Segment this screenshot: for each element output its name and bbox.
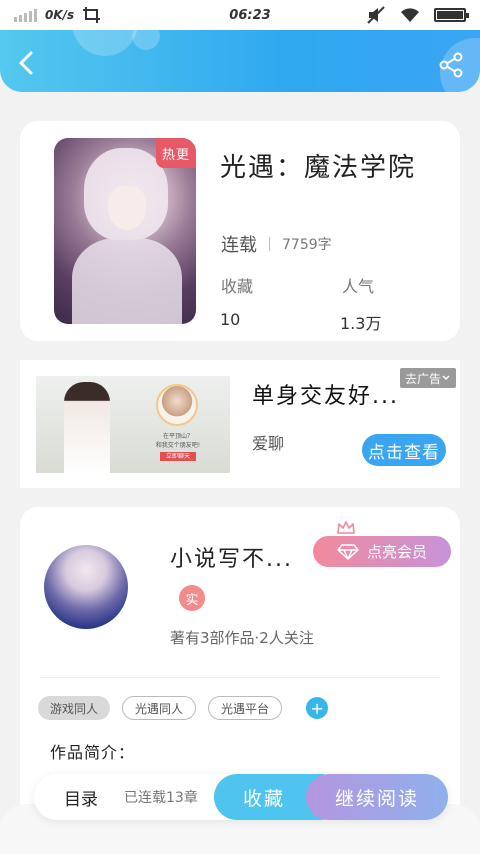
book-meta: 连载 7759字 xyxy=(221,231,332,257)
share-icon[interactable] xyxy=(438,52,464,78)
word-count: 7759字 xyxy=(282,237,332,253)
tag-item[interactable]: 游戏同人 xyxy=(38,696,111,720)
diamond-icon xyxy=(337,543,359,560)
status-bar: 0K/s 06:23 xyxy=(0,0,480,30)
bottom-action-bar: 目录 已连载13章 收藏 继续阅读 xyxy=(34,774,448,820)
book-cover[interactable]: 热更 xyxy=(54,138,196,324)
tag-item[interactable]: 光遇同人 xyxy=(122,696,197,720)
divider xyxy=(40,677,440,678)
mute-icon xyxy=(367,6,385,24)
collect-count: 10 xyxy=(220,310,241,329)
ad-mini-text: 在平顶山？ xyxy=(162,433,193,440)
author-name[interactable]: 小说写不... xyxy=(170,541,293,573)
crown-icon xyxy=(337,521,355,534)
serial-status: 连载 xyxy=(221,235,257,256)
remove-ad-label: 去广告 xyxy=(404,371,441,386)
back-button[interactable] xyxy=(16,50,38,76)
add-tag-button[interactable]: + xyxy=(306,697,329,719)
ad-banner[interactable]: 在平顶山？ 和我交个朋友吧! 立即聊天 单身交友好... 爱聊 去广告 点击查看 xyxy=(20,360,460,488)
screenshot-icon xyxy=(83,7,101,23)
battery-icon xyxy=(434,8,469,22)
author-avatar[interactable] xyxy=(44,545,128,629)
ad-image[interactable]: 在平顶山？ 和我交个朋友吧! 立即聊天 xyxy=(36,376,230,473)
toc-button[interactable]: 目录 xyxy=(64,774,98,820)
book-title: 光遇：魔法学院 xyxy=(220,153,417,183)
ad-title: 单身交友好... xyxy=(252,384,399,409)
header-bar xyxy=(0,30,480,92)
chevron-down-icon xyxy=(442,375,450,381)
synopsis-heading: 作品简介： xyxy=(50,743,136,762)
tag-item[interactable]: 光遇平台 xyxy=(208,696,283,720)
wifi-icon xyxy=(401,8,419,22)
ad-mini-text: 和我交个朋友吧! xyxy=(155,442,201,449)
vip-button-label: 点亮会员 xyxy=(366,543,427,561)
remove-ad-button[interactable]: 去广告 xyxy=(400,368,456,388)
vip-button[interactable]: 点亮会员 xyxy=(313,536,451,567)
tag-list: 游戏同人 光遇同人 光遇平台 + xyxy=(38,696,329,720)
signal-icon xyxy=(14,8,37,22)
clock: 06:23 xyxy=(229,7,271,23)
ad-view-button[interactable]: 点击查看 xyxy=(362,434,446,466)
verified-badge: 实 xyxy=(179,585,205,611)
book-info-card: 热更 光遇：魔法学院 连载 7759字 收藏 人气 10 1.3万 xyxy=(20,121,460,341)
collect-label: 收藏 xyxy=(221,277,254,296)
ad-mini-button: 立即聊天 xyxy=(159,452,196,461)
chapter-count: 已连载13章 xyxy=(124,790,198,806)
popularity-label: 人气 xyxy=(342,277,375,296)
continue-reading-button[interactable]: 继续阅读 xyxy=(306,774,448,820)
hot-badge: 热更 xyxy=(156,138,196,168)
author-stats: 著有3部作品·2人关注 xyxy=(170,629,314,647)
popularity-count: 1.3万 xyxy=(340,314,382,333)
network-speed: 0K/s xyxy=(45,8,75,22)
ad-subtitle: 爱聊 xyxy=(252,434,285,453)
